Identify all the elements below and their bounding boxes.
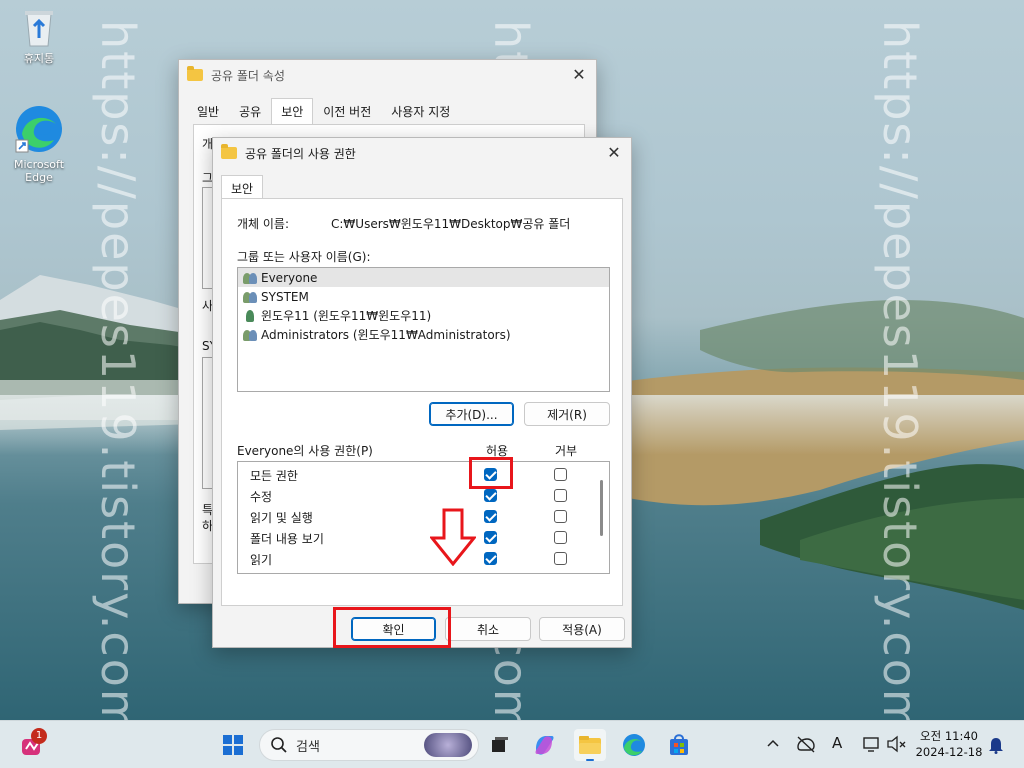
arrow-down-icon (430, 508, 476, 566)
list-item-administrators[interactable]: Administrators (윈도우11₩Administrators) (238, 325, 609, 344)
edge-icon (623, 734, 645, 756)
start-icon (223, 735, 243, 755)
notification-bell-icon[interactable] (988, 736, 1004, 757)
user-icon (242, 309, 258, 323)
highlight-box-ok (333, 607, 451, 648)
tab-customize[interactable]: 사용자 지정 (381, 98, 460, 125)
permission-row: 읽기 (238, 548, 609, 569)
display-icon[interactable] (862, 735, 880, 756)
list-item-label: Everyone (261, 270, 318, 285)
deny-checkbox[interactable] (554, 468, 567, 481)
desktop-icon-edge[interactable]: Microsoft Edge (7, 104, 71, 184)
permission-row: 수정 (238, 485, 609, 506)
store-button[interactable] (663, 729, 695, 761)
folder-icon (187, 66, 203, 81)
edge-button[interactable] (618, 729, 650, 761)
file-explorer-button[interactable] (574, 729, 606, 761)
widgets-button[interactable]: 1 (16, 728, 48, 761)
taskbar: 1 검색 A 오전 11:40 2024-12-18 (0, 720, 1024, 768)
close-icon[interactable]: ✕ (568, 64, 590, 86)
task-view-icon (492, 737, 508, 752)
watermark-text: https://pepes119.tistory.com/ (873, 20, 927, 720)
search-box[interactable]: 검색 (259, 729, 479, 761)
list-item-everyone[interactable]: Everyone (238, 268, 609, 287)
desktop-icon-label: Microsoft Edge (13, 158, 65, 184)
tab-strip: 일반 공유 보안 이전 버전 사용자 지정 (179, 98, 596, 125)
deny-checkbox[interactable] (554, 552, 567, 565)
search-placeholder: 검색 (296, 739, 320, 755)
search-highlight-image (424, 733, 472, 757)
title-bar[interactable]: 공유 폴더 속성 ✕ (179, 60, 596, 90)
permission-name: 수정 (250, 490, 273, 504)
ime-icon[interactable]: A (832, 734, 842, 752)
permissions-dialog[interactable]: 공유 폴더의 사용 권한 ✕ 보안 개체 이름: C:₩Users₩윈도우11₩… (212, 137, 632, 648)
permission-name: 폴더 내용 보기 (250, 532, 324, 546)
permission-name: 읽기 (250, 553, 273, 567)
users-listbox[interactable]: Everyone SYSTEM 윈도우11 (윈도우11₩윈도우11) Admi… (237, 267, 610, 392)
group-icon (242, 328, 258, 342)
volume-mute-icon[interactable] (886, 735, 906, 756)
allow-checkbox[interactable] (484, 531, 497, 544)
list-item-label: Administrators (윈도우11₩Administrators) (261, 328, 511, 342)
permission-name: 모든 권한 (250, 469, 298, 483)
list-item-system[interactable]: SYSTEM (238, 287, 609, 306)
search-icon (271, 737, 287, 753)
object-name-label: 개체 이름: (237, 217, 290, 231)
desktop-icon-label: 휴지통 (23, 52, 55, 65)
watermark-text: https://pepes119.tistory.com/ (91, 20, 145, 720)
file-explorer-icon (579, 736, 601, 761)
list-item-user[interactable]: 윈도우11 (윈도우11₩윈도우11) (238, 306, 609, 325)
task-view-button[interactable] (484, 729, 516, 761)
cancel-button[interactable]: 취소 (445, 617, 531, 641)
clock-time[interactable]: 오전 11:40 (914, 728, 984, 744)
tab-general[interactable]: 일반 (187, 98, 229, 125)
security-panel: 개체 이름: C:₩Users₩윈도우11₩Desktop₩공유 폴더 그룹 또… (221, 198, 623, 606)
remove-button[interactable]: 제거(R) (524, 402, 610, 426)
tab-sharing[interactable]: 공유 (229, 98, 271, 125)
permissions-list[interactable]: 모든 권한 수정 읽기 및 실행 폴더 내용 보기 읽기 (237, 461, 610, 574)
close-icon[interactable]: ✕ (603, 142, 625, 164)
desktop-icon-recycle-bin[interactable]: 휴지통 (7, 8, 71, 66)
tab-previous-versions[interactable]: 이전 버전 (313, 98, 381, 125)
clock-date[interactable]: 2024-12-18 (914, 745, 984, 759)
group-icon (242, 271, 258, 285)
notification-badge: 1 (31, 728, 47, 744)
deny-checkbox[interactable] (554, 489, 567, 502)
deny-checkbox[interactable] (554, 531, 567, 544)
deny-checkbox[interactable] (554, 510, 567, 523)
deny-header: 거부 (555, 444, 578, 458)
permission-row: 모든 권한 (238, 464, 609, 485)
network-off-icon[interactable] (796, 735, 816, 756)
apply-button[interactable]: 적용(A) (539, 617, 625, 641)
allow-checkbox[interactable] (484, 489, 497, 502)
permission-name: 읽기 및 실행 (250, 511, 313, 525)
chevron-up-icon[interactable] (766, 736, 780, 753)
highlight-box-allow-all (469, 457, 513, 489)
title-bar[interactable]: 공유 폴더의 사용 권한 ✕ (213, 138, 631, 168)
copilot-icon (535, 736, 554, 755)
list-item-label: SYSTEM (261, 289, 309, 304)
group-icon (242, 290, 258, 304)
start-button[interactable] (217, 729, 249, 761)
allow-checkbox[interactable] (484, 552, 497, 565)
folder-icon (221, 144, 237, 159)
dialog-title: 공유 폴더의 사용 권한 (245, 146, 356, 161)
edge-icon (15, 106, 62, 153)
recycle-bin-icon (25, 11, 53, 47)
window-title: 공유 폴더 속성 (211, 68, 285, 83)
object-name-value: C:₩Users₩윈도우11₩Desktop₩공유 폴더 (331, 217, 571, 231)
add-button[interactable]: 추가(D)... (429, 402, 514, 426)
permissions-label: Everyone의 사용 권한(P) (237, 444, 373, 458)
tab-security[interactable]: 보안 (271, 98, 314, 125)
store-icon (670, 734, 688, 755)
list-item-label: 윈도우11 (윈도우11₩윈도우11) (261, 309, 432, 323)
copilot-button[interactable] (528, 729, 560, 761)
allow-checkbox[interactable] (484, 510, 497, 523)
scrollbar-thumb[interactable] (600, 480, 603, 536)
permission-row: 읽기 및 실행 (238, 506, 609, 527)
permission-row: 폴더 내용 보기 (238, 527, 609, 548)
groups-label: 그룹 또는 사용자 이름(G): (237, 250, 371, 264)
